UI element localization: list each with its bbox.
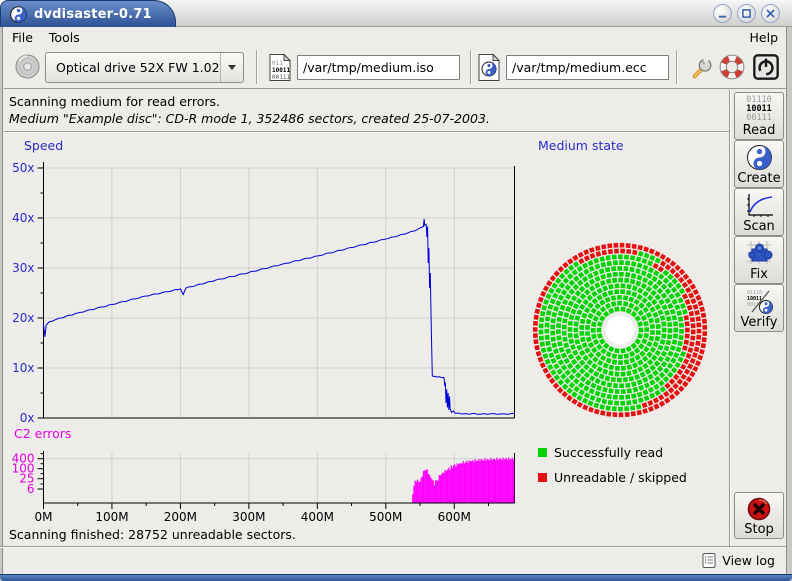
toolbar: Optical drive 52X FW 1.02 011 10011 0011…	[4, 46, 786, 89]
legend-bad: Unreadable / skipped	[538, 465, 687, 490]
create-button[interactable]: Create	[734, 140, 784, 188]
scan-button[interactable]: Scan	[734, 188, 784, 236]
svg-text:400: 400	[12, 452, 35, 466]
view-log-label: View log	[722, 553, 775, 568]
menu-file[interactable]: File	[4, 29, 41, 46]
scan-button-label: Scan	[743, 219, 775, 234]
toolbar-separator	[470, 50, 472, 84]
verify-button-label: Verify	[741, 315, 778, 330]
preferences-button[interactable]	[687, 53, 715, 81]
svg-text:30x: 30x	[12, 261, 34, 275]
drive-selector-value: Optical drive 52X FW 1.02	[46, 60, 220, 75]
sidebar-separator	[729, 90, 731, 546]
close-icon	[762, 4, 779, 23]
maximize-button[interactable]	[737, 4, 756, 23]
window-title: dvdisaster-0.71	[34, 7, 152, 22]
menu-help[interactable]: Help	[742, 29, 787, 46]
status-line-1: Scanning medium for read errors.	[9, 94, 220, 109]
svg-text:600M: 600M	[438, 510, 471, 524]
svg-text:0M: 0M	[35, 510, 53, 524]
svg-text:10x: 10x	[12, 361, 34, 375]
medium-state-title: Medium state	[538, 138, 624, 153]
ecc-path-input[interactable]	[506, 55, 669, 80]
legend-bad-swatch	[538, 473, 547, 482]
help-button[interactable]	[718, 53, 746, 81]
iso-image-icon: 011 10011 00111	[268, 53, 292, 82]
svg-text:00111: 00111	[746, 113, 772, 123]
menu-tools[interactable]: Tools	[41, 29, 88, 46]
app-yinyang-icon	[10, 6, 27, 23]
svg-text:300M: 300M	[232, 510, 265, 524]
view-log-button[interactable]: View log	[698, 549, 778, 572]
c2-errors-title: C2 errors	[14, 426, 71, 441]
create-yinyang-icon	[746, 144, 773, 171]
power-icon	[752, 53, 780, 81]
legend-good-label: Successfully read	[554, 445, 663, 460]
minimize-button[interactable]	[713, 4, 732, 23]
verify-button[interactable]: 01110 10011 00111 Verify	[734, 284, 784, 332]
svg-text:500M: 500M	[369, 510, 402, 524]
legend-good: Successfully read	[538, 440, 687, 465]
close-button[interactable]	[761, 4, 780, 23]
svg-text:100M: 100M	[95, 510, 128, 524]
chevron-down-icon	[228, 65, 236, 70]
read-binary-icon: 01110 10011 00111	[741, 94, 777, 123]
speed-chart-title: Speed	[24, 138, 63, 153]
legend-good-swatch	[538, 448, 547, 457]
scan-result-text: Scanning finished: 28752 unreadable sect…	[9, 527, 296, 542]
fix-button[interactable]: Fix	[734, 236, 784, 284]
medium-state-disc	[528, 152, 728, 432]
status-line-2: Medium "Example disc": CD-R mode 1, 3524…	[9, 111, 490, 126]
separator	[4, 131, 729, 133]
svg-text:011: 011	[272, 60, 283, 67]
menubar: File Tools Help	[4, 28, 786, 46]
maximize-icon	[738, 4, 755, 23]
toolbar-separator	[256, 50, 258, 84]
svg-text:400M: 400M	[301, 510, 334, 524]
svg-text:00111: 00111	[272, 74, 290, 81]
create-button-label: Create	[737, 171, 780, 186]
iso-path-input[interactable]	[297, 55, 460, 80]
toolbar-separator	[676, 50, 678, 84]
svg-text:50x: 50x	[12, 161, 34, 175]
window-border-right	[786, 0, 792, 581]
svg-text:20x: 20x	[12, 311, 34, 325]
fix-button-label: Fix	[750, 267, 768, 282]
stop-icon	[746, 496, 772, 522]
title-tab: dvdisaster-0.71	[0, 0, 176, 27]
fix-puzzle-icon	[743, 237, 775, 267]
window-border-bottom	[0, 574, 792, 581]
drive-selector[interactable]: Optical drive 52X FW 1.02	[45, 52, 244, 83]
stop-button-label: Stop	[744, 522, 774, 537]
window-titlebar[interactable]: dvdisaster-0.71	[0, 0, 792, 27]
svg-text:40x: 40x	[12, 211, 34, 225]
separator	[0, 546, 786, 548]
wrench-icon	[687, 53, 715, 81]
read-button[interactable]: 01110 10011 00111 Read	[734, 92, 784, 140]
stop-button[interactable]: Stop	[734, 492, 784, 539]
log-icon	[701, 552, 717, 569]
speed-chart: 0x 10x 20x 30x 40x 50x	[0, 154, 530, 426]
quit-button[interactable]	[752, 53, 780, 81]
ecc-file-icon	[477, 53, 501, 82]
app-window: dvdisaster-0.71 File Tools Help	[0, 0, 792, 581]
cd-drive-icon	[14, 53, 41, 80]
drive-selector-arrow[interactable]	[220, 53, 243, 82]
medium-state-legend: Successfully read Unreadable / skipped	[538, 440, 687, 490]
svg-text:200M: 200M	[164, 510, 197, 524]
verify-compare-icon: 01110 10011 00111	[743, 287, 775, 315]
minimize-icon	[714, 4, 731, 23]
legend-bad-label: Unreadable / skipped	[554, 470, 687, 485]
read-button-label: Read	[743, 123, 776, 138]
svg-text:0x: 0x	[20, 411, 35, 425]
lifebuoy-icon	[718, 53, 746, 81]
scan-graph-icon	[742, 191, 776, 219]
svg-text:10011: 10011	[272, 67, 290, 74]
